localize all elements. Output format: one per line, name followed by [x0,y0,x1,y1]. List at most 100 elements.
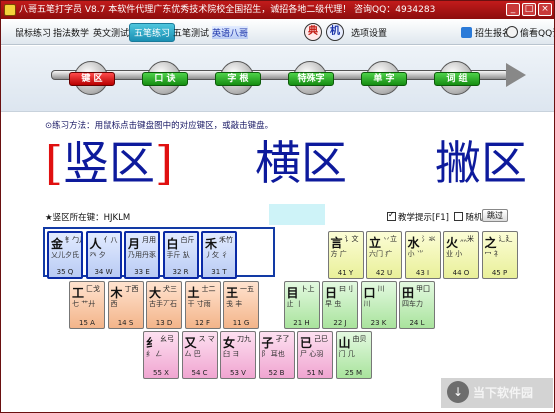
key-code: 31 T [211,268,227,276]
key-roots: 孑了 [275,335,290,343]
step-label: 特殊字 [288,72,334,86]
key-code: 22 J [333,319,347,327]
key-roots: 匚戈 [86,285,100,293]
key-roots: 亻八 [103,236,118,244]
key-code: 32 R [172,268,189,276]
key-v[interactable]: 女刀九臼 ヨ 53 V [220,331,256,379]
key-h[interactable]: 目卜上止 丨 21 H [283,281,320,329]
random-checkbox[interactable] [454,212,464,221]
minimize-button[interactable]: _ [506,3,520,16]
classic-mode-button[interactable]: 典 [304,23,322,41]
key-roots-extra: 丿攵 彳 [205,251,229,259]
key-roots-extra: 早 虫 [325,300,342,308]
key-code: 51 N [306,369,324,377]
step-mnemonic[interactable]: 口 诀 [142,61,188,95]
key-j[interactable]: 日曰刂早 虫 22 J [322,281,358,329]
menu-settings[interactable]: 选项设置 [351,26,387,39]
key-roots: 犬三 [163,285,177,293]
key-p[interactable]: 之辶廴冖 礻 45 P [481,231,518,279]
key-o[interactable]: 火灬米业 小 44 O [443,231,479,279]
key-char: 立 [369,236,382,250]
key-w[interactable]: 人亻八癶 夕 34 W [85,231,122,279]
key-y[interactable]: 言讠文方 广 41 Y [327,231,364,279]
key-l[interactable]: 田甲囗 四车力 24 L [399,281,435,329]
key-code: 15 A [79,319,95,327]
hint-checkbox[interactable] [387,210,396,221]
key-code: 54 C [191,369,208,377]
key-e[interactable]: 月月用 乃用丹豕 33 E [124,231,160,279]
key-char: 大 [149,286,162,300]
step-single-chars[interactable]: 单 字 [361,61,407,95]
key-roots-extra: 六门 疒 [369,250,393,258]
key-u[interactable]: 立丷立 六门 疒 42 U [366,231,402,279]
key-c[interactable]: 又ス マ厶 巴 54 C [181,331,218,379]
close-button[interactable]: × [538,3,552,16]
key-roots: 士二 [201,285,216,293]
key-char: 火 [446,236,459,250]
key-code: 34 W [94,268,113,276]
key-q[interactable]: 金钅勹儿乂儿夕氏 35 Q [47,231,83,279]
key-char: 子 [261,336,274,350]
key-roots: 讠文 [344,235,359,243]
options-group: 教学提示[F1] 随机 [387,210,482,223]
key-code: 12 F [194,319,211,327]
step-label: 键 区 [69,72,115,86]
menu-english-bage[interactable]: 英语八哥 [212,26,249,39]
key-b[interactable]: 子孑了阝 耳也 52 B [258,331,295,379]
key-roots-extra: 臼 ヨ [223,350,240,358]
menu-fingering[interactable]: 指法数学 [53,26,89,39]
window-controls: _ □ × [506,3,552,16]
key-x[interactable]: 纟幺弓纟 ㄥ 55 X [143,331,179,379]
menu-mouse-practice[interactable]: 鼠标练习 [15,26,51,39]
key-a[interactable]: 工匚戈七 艹廾 15 A [69,281,105,329]
key-t[interactable]: 禾禾竹 丿攵 彳 31 T [201,231,237,279]
key-roots: 卜上 [300,285,315,293]
key-char: 王 [226,286,239,300]
maximize-button[interactable]: □ [522,3,536,16]
key-char: 月 [128,237,141,251]
key-roots: 钅勹儿 [65,236,81,244]
key-roots-extra: 门 几 [338,350,355,358]
lesson-progress: 键 区 口 诀 字 根 特殊字 单 字 词 组 [1,46,554,112]
key-f[interactable]: 土士二干 寸雨 12 F [184,281,221,329]
window-title: 八哥五笔打字员 V8.7 本软件代理广东优秀技术院校全国招生，诚招各地二级代理！… [19,5,436,15]
step-roots[interactable]: 字 根 [215,61,261,95]
menu-english-test[interactable]: 英文测试 [93,26,129,39]
key-char: 工 [72,286,85,300]
step-key-zones[interactable]: 键 区 [69,61,115,95]
key-roots: 月用 [142,236,156,244]
menu-qq-records[interactable]: 偷看QQ记录 [520,26,554,39]
menu-wubi-practice[interactable]: 五笔练习 [129,23,176,42]
key-g[interactable]: 王一五戋 丰 11 G [223,281,259,329]
key-char: 田 [402,286,415,300]
key-m[interactable]: 山由贝门 几 25 M [335,331,372,379]
key-s[interactable]: 木丁西西 14 S [107,281,144,329]
key-i[interactable]: 水氵氺小 ⺌ 43 I [404,231,441,279]
key-code: 43 I [415,269,430,277]
key-k[interactable]: 口川川 23 K [360,281,397,329]
key-roots: 幺弓 [160,335,174,343]
machine-mode-button[interactable]: 机 [326,23,344,41]
key-roots: 白斤 [180,236,195,244]
key-roots: ス マ [198,335,215,343]
key-n[interactable]: 已己巳尸 心羽 51 N [297,331,333,379]
key-code: 45 P [491,269,508,277]
skip-button[interactable]: 跳过 [482,209,508,222]
watermark: ↓ 当下软件园 [441,378,553,408]
key-code: 41 Y [337,269,354,277]
key-code: 52 B [268,369,285,377]
key-code: 11 G [232,319,250,327]
key-roots: 曰刂 [339,285,353,293]
step-special-chars[interactable]: 特殊字 [288,61,334,95]
key-r[interactable]: 白白斤 手斤 㫃 32 R [162,231,199,279]
key-roots: 氵氺 [421,235,436,243]
step-phrases[interactable]: 词 组 [434,61,480,95]
current-zone-text: 竖区 [62,136,155,190]
key-char: 人 [89,237,102,251]
key-code: 42 U [375,269,393,277]
input-cursor-area[interactable] [269,204,325,225]
menu-wubi-test[interactable]: 五笔测试 [173,26,209,39]
key-roots-extra: 厶 巴 [184,350,201,358]
key-roots: 己巳 [314,335,328,343]
key-d[interactable]: 大犬三 古手丆石 13 D [146,281,182,329]
